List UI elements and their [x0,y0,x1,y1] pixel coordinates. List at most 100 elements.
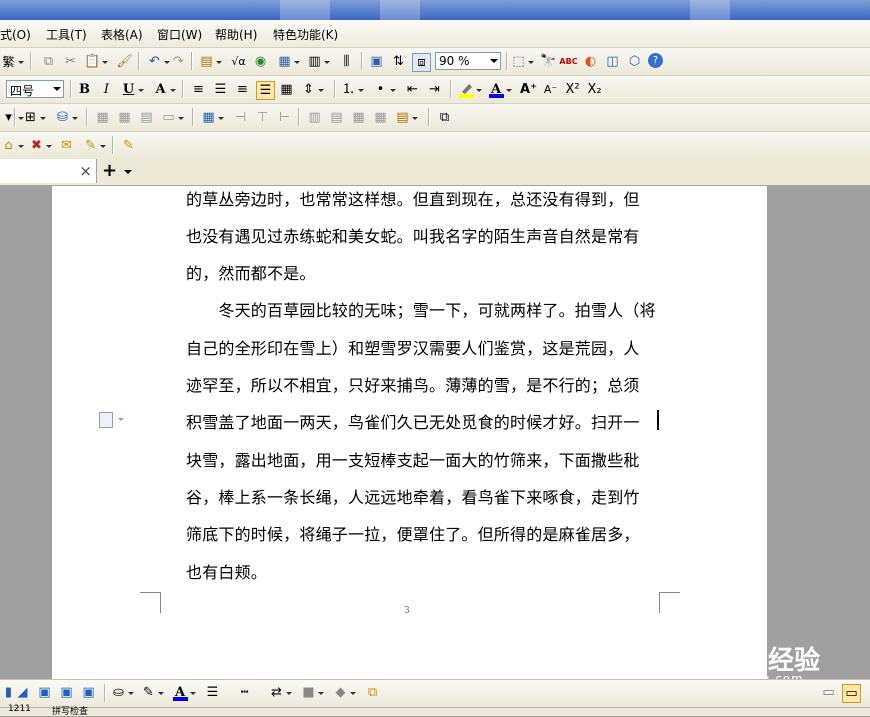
table-style-icon[interactable]: ▦ [350,109,367,126]
text-line[interactable]: 积雪盖了地面一两天，鸟雀们久已无处觅食的时候才好。扫开一 [186,409,640,433]
zoom-select[interactable]: 90 % [435,52,501,70]
menu-special-features[interactable]: 特色功能(K) [273,26,338,43]
shading-icon[interactable]: ⛁ [54,109,78,126]
formula-icon[interactable]: √α [230,53,247,70]
menu-table[interactable]: 表格(A) [101,26,143,43]
chevron-down-icon[interactable] [118,418,124,424]
copy-icon[interactable]: ⧉ [40,53,57,70]
note-icon[interactable]: ✎ [120,137,137,154]
text-line[interactable]: 也没有遇见过赤练蛇和美女蛇。叫我名字的陌生声音自然是常有 [186,223,640,247]
text-line[interactable]: 谷，棒上系一条长绳，人远远地牵着，看鸟雀下来啄食，走到竹 [186,484,640,508]
text-line[interactable]: 迹罕至，所以不相宜，只好来捕鸟。薄薄的雪，是不行的；总须 [186,372,640,396]
text-line[interactable]: 也有白颊。 [186,559,267,583]
view-mode-icon[interactable]: ▭ [820,684,837,701]
insert-table-icon[interactable]: ▤ [198,53,222,70]
merge-cells-icon[interactable]: ▦ [94,109,111,126]
table-properties-icon[interactable]: ⧉ [436,109,453,126]
split-table-icon[interactable]: ▤ [138,109,155,126]
menu-help[interactable]: 帮助(H) [215,26,257,43]
paragraph-layout-icon[interactable] [99,412,113,428]
grow-font-icon[interactable]: A⁺ [520,81,537,98]
align-left-icon[interactable]: ≡ [190,81,207,98]
table-icon[interactable]: ▦ [276,53,300,70]
bold-icon[interactable]: B [76,81,93,98]
insert-column-icon[interactable]: ⊤ [254,109,271,126]
justify-icon[interactable]: ☰ [256,81,275,100]
template-icon[interactable]: ⬡ [626,53,643,70]
line-style-icon[interactable]: ☰ [204,684,221,701]
comment-icon[interactable]: ✉ [58,137,75,154]
distribute-columns-icon[interactable]: ▤ [328,109,345,126]
line-color-icon[interactable]: ✎ [140,684,164,701]
highlight-icon[interactable] [458,81,482,98]
columns-icon[interactable]: ▥ [306,53,330,70]
wordart-icon[interactable]: ◢ [14,684,31,701]
table-border-icon[interactable]: ⊞ [22,109,46,126]
menu-format[interactable]: 式(O) [0,26,31,43]
font-color-icon[interactable]: A [172,684,196,701]
document-icon[interactable]: ◫ [604,53,621,70]
help-icon[interactable]: ? [648,53,663,68]
chevron-down-icon[interactable] [124,170,132,178]
traditional-chinese-button[interactable]: 繁 [0,53,24,70]
document-tab[interactable]: × [0,159,97,183]
italic-icon[interactable]: I [98,81,115,98]
text-effect-icon[interactable]: A [152,81,176,98]
text-line[interactable]: 冬天的百草园比较的无味；雪一下，可就两样了。拍雪人（将 [186,297,656,321]
hyperlink-icon[interactable]: ◉ [252,53,269,70]
increase-indent-icon[interactable]: ⇥ [426,81,443,98]
text-line[interactable]: 的，然而都不是。 [186,260,316,284]
format-painter-icon[interactable]: 🖌 [116,53,133,70]
text-line[interactable]: 自己的全形印在雪上）和塑雪罗汉需要人们鉴赏，这是荒园，人 [186,335,640,359]
text-line[interactable]: 筛底下的时候，将绳子一拉，便罩住了。但所得的是麻雀居多， [186,521,640,545]
align-right-icon[interactable]: ≡ [234,81,251,98]
font-color-icon[interactable]: A [488,81,512,98]
eraser-icon[interactable]: ✖ [28,137,52,154]
print-preview-icon[interactable]: ▣ [368,53,385,70]
new-tab-icon[interactable]: + [102,160,117,181]
find-icon[interactable]: 🔭 [540,53,557,70]
align-center-icon[interactable]: ☰ [212,81,229,98]
arrange-icon[interactable]: ⧉ [364,684,381,701]
auto-format-icon[interactable]: ▤ [394,109,418,126]
redo-icon[interactable]: ↷ [170,53,187,70]
delete-icon[interactable]: ⊢ [276,109,293,126]
distribute-rows-icon[interactable]: ▥ [306,109,323,126]
subscript-icon[interactable]: X₂ [586,81,603,98]
highlighter-icon[interactable]: ✎ [82,137,106,154]
table-format-icon[interactable]: ▦ [372,109,389,126]
wps-online-icon[interactable]: ◐ [582,53,599,70]
insert-image-icon[interactable]: ▣ [80,684,97,701]
split-cells-icon[interactable]: ▦ [116,109,133,126]
decrease-indent-icon[interactable]: ⇤ [404,81,421,98]
distributed-icon[interactable]: ▦ [278,81,295,98]
superscript-icon[interactable]: X² [564,81,581,98]
numbering-icon[interactable]: ⒈ [340,81,364,98]
insert-row-icon[interactable]: ⊣ [232,109,249,126]
chart-icon[interactable]: ⫼ [338,53,355,70]
show-paragraph-icon[interactable]: ⇅ [390,53,407,70]
spell-check-icon[interactable]: ABC [559,53,577,70]
close-icon[interactable]: × [79,162,92,180]
arrow-style-icon[interactable]: ⇄ [268,684,292,701]
picture-icon[interactable]: ▣ [36,684,53,701]
font-size-select[interactable]: 四号 [6,80,64,98]
3d-icon[interactable]: ◆ [332,684,356,701]
underline-icon[interactable]: U [120,81,144,98]
undo-icon[interactable]: ↶ [146,53,170,70]
menu-tools[interactable]: 工具(T) [46,26,87,43]
line-spacing-icon[interactable]: ⇕ [300,81,324,98]
status-spell-check[interactable]: 拼写检查 [52,704,88,717]
fill-color-icon[interactable]: ⛀ [110,684,134,701]
paste-icon[interactable]: 📋 [84,53,108,70]
select-icon[interactable]: ⬚ [510,53,534,70]
dash-style-icon[interactable]: ┅ [236,684,253,701]
menu-window[interactable]: 窗口(W) [157,26,202,43]
clipart-icon[interactable]: ▣ [58,684,75,701]
text-line[interactable]: 的草丛旁边时，也常常这样想。但直到现在，总还没有得到，但 [186,186,640,210]
shapes-icon[interactable]: ⌂ [0,137,24,154]
text-line[interactable]: 块雪，露出地面，用一支短棒支起一面大的竹筛来，下面撒些秕 [186,447,640,471]
shrink-font-icon[interactable]: A⁻ [542,81,559,98]
page-view-icon[interactable]: ▭ [842,684,861,703]
bullets-icon[interactable]: • [372,81,396,98]
